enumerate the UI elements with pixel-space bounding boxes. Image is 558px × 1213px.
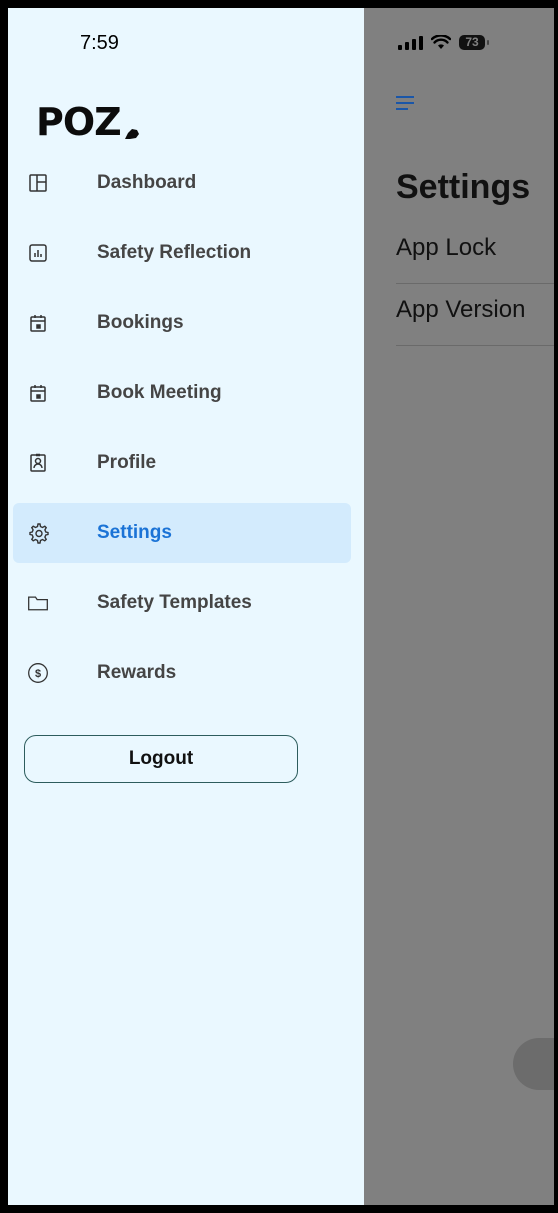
sidebar-item-safety-templates[interactable]: Safety Templates (13, 573, 351, 633)
folder-icon (27, 592, 49, 614)
sidebar-item-dashboard[interactable]: Dashboard (13, 153, 351, 213)
sidebar-item-rewards[interactable]: $ Rewards (13, 643, 351, 703)
dashboard-icon (27, 172, 49, 194)
logout-button[interactable]: Logout (24, 735, 298, 783)
sidebar-item-label: Bookings (97, 312, 184, 333)
sidebar-item-label: Settings (97, 522, 172, 543)
sidebar-item-bookings[interactable]: Bookings (13, 293, 351, 353)
settings-row-app-version[interactable]: App Version (396, 290, 554, 346)
logo-text: POZ (36, 100, 122, 144)
wifi-icon (431, 34, 451, 49)
status-icons: 73 (398, 34, 489, 50)
drawer-menu: Dashboard Safety Reflection Bookings Boo… (13, 153, 351, 713)
sidebar-item-profile[interactable]: Profile (13, 433, 351, 493)
sidebar-item-book-meeting[interactable]: Book Meeting (13, 363, 351, 423)
page-title: Settings (396, 168, 531, 206)
battery-icon: 73 (459, 34, 489, 50)
sidebar-item-label: Dashboard (97, 172, 197, 193)
status-time: 7:59 (80, 32, 119, 54)
sidebar-item-label: Safety Templates (97, 592, 252, 613)
app-logo: POZ (36, 100, 140, 144)
phone-screen: 73 Settings App Lock App Version 7:59 PO… (8, 8, 554, 1205)
calendar-icon (27, 382, 49, 404)
gear-icon (27, 522, 49, 544)
calendar-icon (27, 312, 49, 334)
profile-icon (27, 452, 49, 474)
settings-row-app-lock[interactable]: App Lock (396, 228, 554, 284)
dollar-icon: $ (27, 662, 49, 684)
sidebar-item-label: Rewards (97, 662, 177, 683)
sidebar-item-settings[interactable]: Settings (13, 503, 351, 563)
svg-text:$: $ (35, 668, 41, 680)
logo-mark-icon (124, 129, 139, 139)
sidebar-item-label: Book Meeting (97, 382, 222, 403)
navigation-drawer: 7:59 POZ Dashboard Safety Reflection Boo… (8, 8, 364, 1205)
sidebar-item-safety-reflection[interactable]: Safety Reflection (13, 223, 351, 283)
sidebar-item-label: Profile (97, 452, 157, 473)
hamburger-menu-icon[interactable] (396, 96, 414, 114)
chart-icon (27, 242, 49, 264)
signal-icon (398, 34, 423, 50)
sidebar-item-label: Safety Reflection (97, 242, 252, 263)
